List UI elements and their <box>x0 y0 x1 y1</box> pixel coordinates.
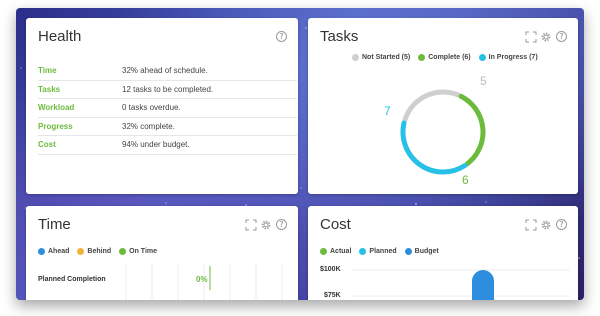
planned-completion-value: 0% <box>196 275 208 284</box>
donut-value-in-progress: 7 <box>384 104 391 118</box>
donut-value-complete: 6 <box>462 173 469 187</box>
health-row-value: 0 tasks overdue. <box>122 103 181 113</box>
health-table: Time 32% ahead of schedule. Tasks 12 tasks … <box>38 62 297 155</box>
health-row-value: 12 tasks to be completed. <box>122 84 214 94</box>
health-row: Workload 0 tasks overdue. <box>38 99 297 118</box>
health-row-value: 32% ahead of schedule. <box>122 66 208 76</box>
health-card: Health ? Time 32% ahead of schedule. Tasks… <box>26 18 298 194</box>
y-tick-label: $100K <box>320 266 341 273</box>
help-icon[interactable]: ? <box>276 31 287 42</box>
health-row: Time 32% ahead of schedule. <box>38 62 297 81</box>
health-row-label[interactable]: Workload <box>38 103 122 112</box>
health-row: Tasks 12 tasks to be completed. <box>38 81 297 99</box>
budget-bar <box>472 270 494 300</box>
donut-segment-not-started[interactable] <box>402 89 462 123</box>
time-grid <box>125 264 283 300</box>
health-row-label[interactable]: Tasks <box>38 85 122 94</box>
health-row-label[interactable]: Cost <box>38 140 122 149</box>
y-tick-label: $75K <box>324 292 341 299</box>
cost-chart-area <box>352 269 570 300</box>
health-row-value: 32% complete. <box>122 121 175 131</box>
tasks-donut-chart <box>400 89 486 175</box>
health-row-label[interactable]: Time <box>38 66 122 75</box>
time-card: Time ? Ahead Behind On Time Planned Comple… <box>26 206 298 300</box>
health-row: Cost 94% under budget. <box>38 136 297 155</box>
cost-card: Cost ? Actual Planned Budget $100K $75K <box>308 206 578 300</box>
health-row: Progress 32% complete. <box>38 118 297 136</box>
donut-segment-complete[interactable] <box>458 93 486 167</box>
donut-value-not-started: 5 <box>480 74 487 88</box>
health-row-value: 94% under budget. <box>122 140 190 150</box>
health-title: Health <box>38 28 82 45</box>
tasks-card: Tasks ? Not Started (5) Complete (6) In Pr… <box>308 18 578 194</box>
dashboard-frame: Health ? Time 32% ahead of schedule. Tasks… <box>16 8 584 300</box>
planned-completion-label: Planned Completion <box>38 276 106 283</box>
donut-segment-in-progress[interactable] <box>400 120 468 175</box>
health-row-label[interactable]: Progress <box>38 122 122 131</box>
